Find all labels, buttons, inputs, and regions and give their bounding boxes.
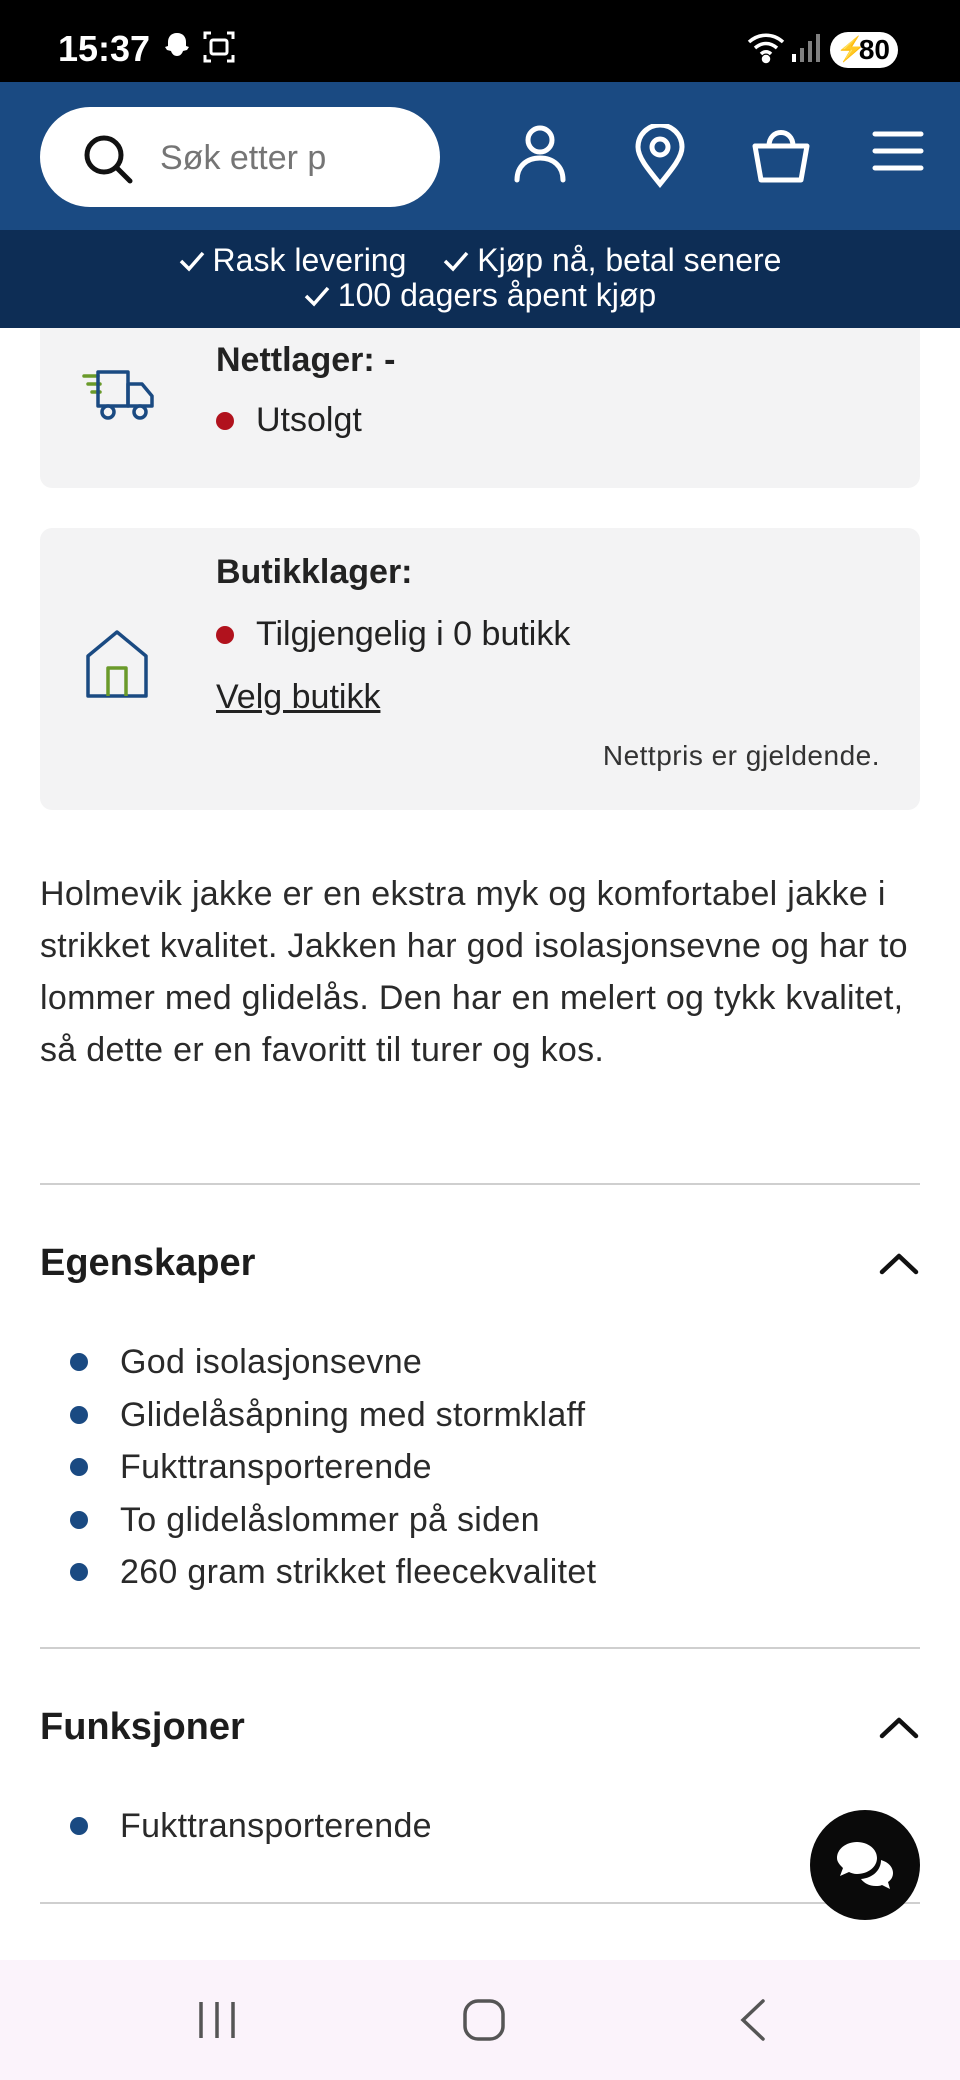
online-stock-title: Nettlager: - [216,341,396,379]
divider [40,1647,920,1649]
benefit-item: Rask levering [179,242,407,279]
list-item: Glidelåsåpning med stormklaff [70,1389,596,1442]
functions-list: Fukttransporterende [70,1800,432,1853]
chevron-up-icon[interactable] [878,1250,920,1283]
account-icon[interactable] [512,124,568,189]
features-title[interactable]: Egenskaper [40,1242,255,1285]
chat-button[interactable] [810,1810,920,1920]
recent-apps-icon[interactable] [196,1998,238,2047]
checkmark-icon [304,286,330,307]
list-item: God isolasjonsevne [70,1336,596,1389]
store-stock-title: Butikklager: [216,553,413,591]
online-stock-card: Nettlager: - Utsolgt [40,328,920,488]
list-item: 260 gram strikket fleecekvalitet [70,1546,596,1599]
search-box[interactable] [40,107,440,207]
system-nav-bar [0,1960,960,2080]
delivery-truck-icon [82,368,158,429]
list-item: Fukttransporterende [70,1800,432,1853]
search-icon [84,135,133,184]
benefit-label: 100 dagers åpent kjøp [337,277,657,313]
status-dot [216,625,234,644]
home-icon[interactable] [462,1998,506,2047]
menu-icon[interactable] [872,130,924,177]
functions-title[interactable]: Funksjoner [40,1706,245,1749]
location-pin-icon[interactable] [634,122,686,193]
checkmark-icon [179,251,204,272]
online-stock-status-text: Utsolgt [256,401,362,439]
wifi-icon [746,30,786,69]
store-stock-status-text: Tilgjengelig i 0 butikk [256,615,571,653]
benefit-label: Rask levering [212,242,407,278]
back-icon[interactable] [738,1998,768,2047]
divider [40,1183,920,1185]
status-time: 15:37 [58,28,151,69]
signal-icon [790,30,822,69]
benefits-bar: Rask levering Kjøp nå, betal senere 100 … [0,230,960,328]
snapchat-icon [160,30,194,69]
benefit-item: 100 dagers åpent kjøp [304,277,656,314]
product-description: Holmevik jakke er en ekstra myk og komfo… [40,875,908,1069]
benefit-label: Kjøp nå, betal senere [477,242,782,278]
store-stock-status: Tilgjengelig i 0 butikk [216,615,570,654]
checkmark-icon [444,251,469,272]
chat-icon [837,1842,893,1889]
search-input[interactable] [158,129,392,187]
price-note: Nettpris er gjeldende. [602,740,880,771]
store-stock-card: Butikklager: Tilgjengelig i 0 butikk Vel… [40,528,920,810]
features-list: God isolasjonsevne Glidelåsåpning med st… [70,1336,596,1599]
status-bar: 15:37 ⚡ 80 [0,0,960,82]
choose-store-link[interactable]: Velg butikk [216,678,380,717]
screenshot-icon [202,30,236,69]
chevron-up-icon[interactable] [878,1714,920,1747]
benefit-item: Kjøp nå, betal senere [443,242,781,279]
shopping-basket-icon[interactable] [752,124,810,189]
list-item: To glidelåslommer på siden [70,1494,596,1547]
status-dot [216,411,234,430]
list-item: Fukttransporterende [70,1441,596,1494]
site-header [0,82,960,230]
online-stock-status: Utsolgt [216,401,362,440]
store-house-icon [84,628,150,705]
divider [40,1902,920,1904]
battery-charging-icon: ⚡ 80 [830,32,898,68]
